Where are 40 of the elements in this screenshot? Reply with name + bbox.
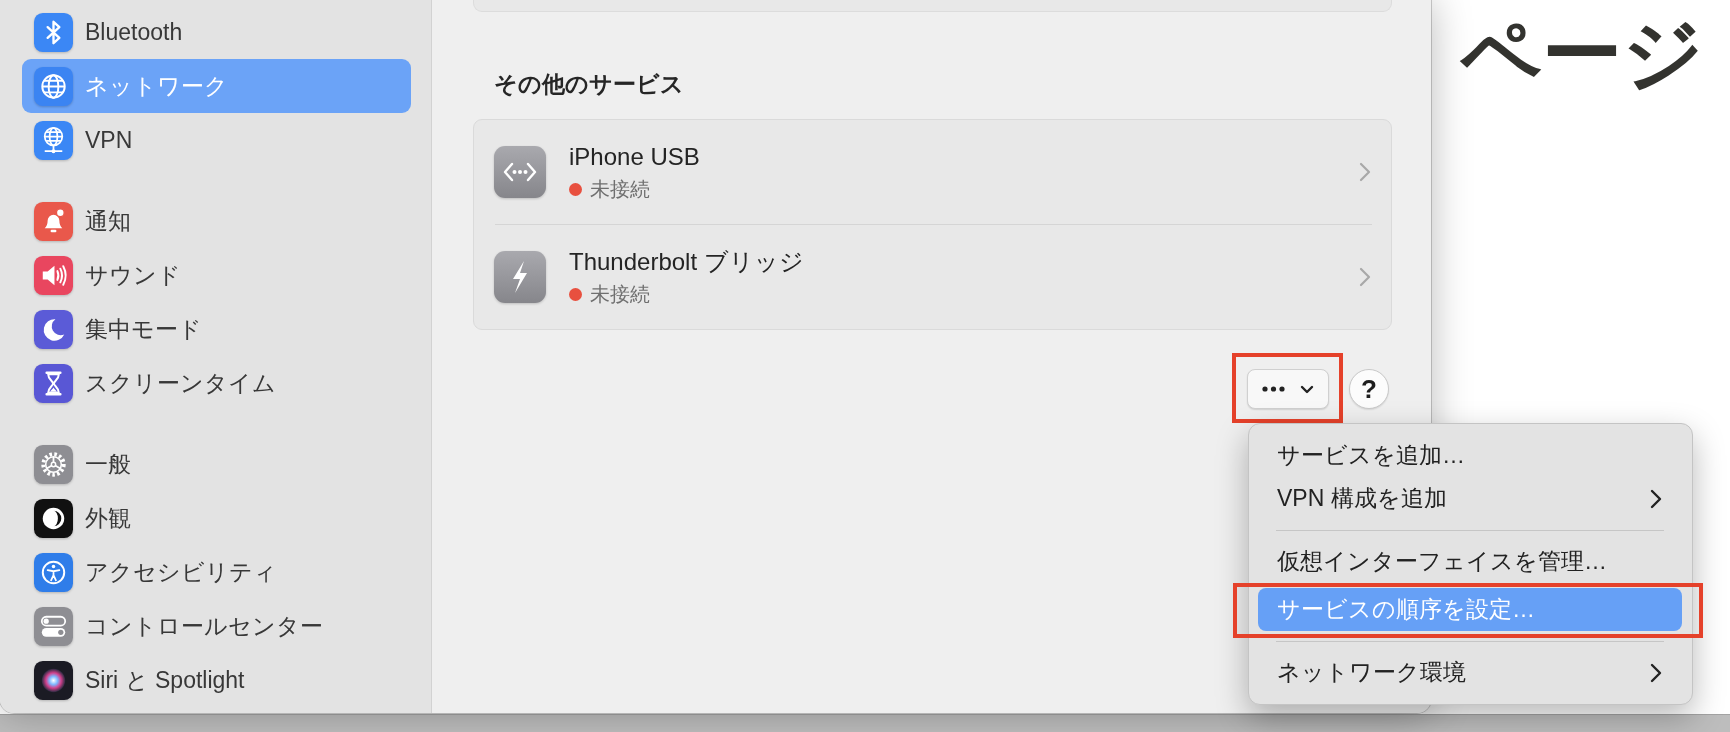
ellipsis-icon [1262, 386, 1285, 392]
help-button[interactable]: ? [1349, 369, 1389, 409]
service-name: Thunderbolt ブリッジ [569, 248, 804, 276]
sidebar-item[interactable]: コントロールセンター [22, 599, 411, 653]
menu-item[interactable]: 仮想インターフェイスを管理… [1258, 540, 1682, 583]
menu-item[interactable]: VPN 構成を追加 [1258, 477, 1682, 520]
sidebar-item[interactable]: Bluetooth [22, 5, 411, 59]
globe-icon [34, 66, 73, 106]
sidebar-item[interactable]: スクリーンタイム [22, 356, 411, 410]
chevron-right-icon[interactable] [1359, 267, 1371, 287]
sidebar-item[interactable]: Siri と Spotlight [22, 653, 411, 707]
globe-network-icon [34, 120, 73, 160]
menu-item[interactable]: サービスを追加… [1258, 434, 1682, 477]
sidebar-item[interactable]: 集中モード [22, 302, 411, 356]
hourglass-icon [34, 363, 73, 403]
menu-item[interactable]: ネットワーク環境 [1258, 651, 1682, 694]
service-name: iPhone USB [569, 143, 700, 171]
speaker-icon [34, 255, 73, 295]
section-heading: その他のサービス [494, 70, 684, 98]
chevron-right-icon[interactable] [1359, 162, 1371, 182]
moon-icon [34, 309, 73, 349]
page-heading: ページ [1460, 14, 1704, 94]
accessibility-icon [34, 552, 73, 592]
sidebar-item[interactable]: 通知 [22, 194, 411, 248]
sidebar-item[interactable]: アクセシビリティ [22, 545, 411, 599]
toggles-icon [34, 606, 73, 646]
lightning-bolt-icon [494, 251, 546, 303]
chevron-down-icon [1300, 384, 1314, 394]
bell-icon [34, 201, 73, 241]
sidebar-item[interactable]: 外観 [22, 491, 411, 545]
status-text: 未接続 [590, 282, 650, 306]
brackets-dots-icon [494, 146, 546, 198]
sidebar-item[interactable]: 一般 [22, 437, 411, 491]
bluetooth-icon [34, 12, 73, 52]
more-menu-button[interactable] [1247, 369, 1329, 409]
gear-icon [34, 444, 73, 484]
sidebar-item[interactable]: VPN [22, 113, 411, 167]
orb-icon [34, 660, 73, 700]
status-text: 未接続 [590, 177, 650, 201]
sidebar-item[interactable]: サウンド [22, 248, 411, 302]
